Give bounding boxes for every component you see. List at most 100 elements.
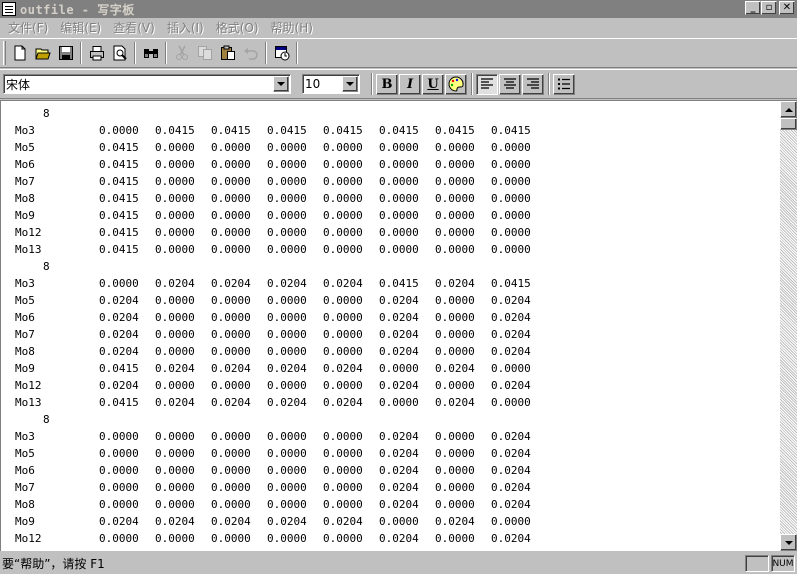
font-name-select[interactable]: 宋体 bbox=[3, 74, 291, 94]
row-label: Mo13 bbox=[15, 396, 42, 409]
new-button[interactable] bbox=[8, 42, 31, 64]
toolbar-grip[interactable] bbox=[3, 41, 6, 65]
color-button[interactable] bbox=[445, 73, 467, 95]
row-label: Mo9 bbox=[15, 362, 35, 375]
matrix-row: Mo6 0.0204 0.0000 0.0000 0.0000 0.0000 0.0204 0… bbox=[1, 309, 779, 326]
find-button[interactable] bbox=[139, 42, 162, 64]
underline-button[interactable]: U bbox=[422, 73, 444, 95]
matrix-cell: 0.0000 bbox=[267, 464, 307, 477]
matrix-cell: 0.0000 bbox=[379, 515, 419, 528]
row-label: Mo7 bbox=[15, 175, 35, 188]
insert-datetime-button[interactable] bbox=[270, 42, 293, 64]
matrix-cell: 0.0204 bbox=[379, 498, 419, 511]
window-controls: _ ▫ ✕ bbox=[745, 1, 795, 15]
save-button[interactable] bbox=[54, 42, 77, 64]
matrix-cell: 0.0000 bbox=[491, 175, 531, 188]
matrix-cell: 0.0000 bbox=[155, 481, 195, 494]
matrix-cell: 0.0204 bbox=[491, 294, 531, 307]
bullets-button[interactable] bbox=[553, 73, 575, 95]
matrix-cell: 0.0000 bbox=[267, 141, 307, 154]
align-center-button[interactable] bbox=[499, 73, 521, 95]
status-cell-blank bbox=[745, 555, 769, 572]
matrix-cell: 0.0000 bbox=[155, 447, 195, 460]
matrix-cell: 0.0000 bbox=[211, 226, 251, 239]
matrix-cell: 0.0000 bbox=[379, 192, 419, 205]
align-right-icon bbox=[527, 78, 539, 89]
matrix-cell: 0.0000 bbox=[323, 294, 363, 307]
matrix-cell: 0.0204 bbox=[155, 515, 195, 528]
matrix-cell: 0.0204 bbox=[435, 515, 475, 528]
minimize-button[interactable]: _ bbox=[745, 1, 761, 15]
matrix-size-line: 8 bbox=[1, 105, 779, 122]
font-size-dropdown-icon[interactable] bbox=[342, 76, 358, 92]
matrix-cell: 0.0204 bbox=[99, 345, 139, 358]
status-num-indicator: NUM bbox=[771, 555, 795, 572]
matrix-cell: 0.0000 bbox=[379, 158, 419, 171]
copy-button[interactable] bbox=[193, 42, 216, 64]
undo-button[interactable] bbox=[239, 42, 262, 64]
print-icon bbox=[89, 46, 104, 61]
matrix-cell: 0.0000 bbox=[155, 311, 195, 324]
matrix-cell: 0.0000 bbox=[379, 209, 419, 222]
matrix-cell: 0.0000 bbox=[379, 243, 419, 256]
restore-button[interactable]: ▫ bbox=[761, 1, 777, 15]
row-label: Mo6 bbox=[15, 464, 35, 477]
scroll-up-button[interactable] bbox=[780, 101, 797, 118]
scroll-thumb[interactable] bbox=[780, 118, 797, 130]
cut-button[interactable] bbox=[170, 42, 193, 64]
matrix-cell: 0.0000 bbox=[155, 192, 195, 205]
bold-button[interactable]: B bbox=[376, 73, 398, 95]
matrix-cell: 0.0000 bbox=[155, 379, 195, 392]
menu-insert[interactable]: 插入(I) bbox=[161, 19, 210, 36]
title-bar[interactable]: outfile - 写字板 _ ▫ ✕ bbox=[0, 0, 797, 18]
wordpad-document-icon[interactable] bbox=[2, 2, 16, 16]
print-preview-button[interactable] bbox=[108, 42, 131, 64]
window-title: outfile - 写字板 bbox=[20, 2, 135, 17]
menu-edit[interactable]: 编辑(E) bbox=[54, 19, 107, 36]
close-button[interactable]: ✕ bbox=[779, 1, 795, 15]
matrix-cell: 0.0204 bbox=[379, 311, 419, 324]
new-icon bbox=[14, 45, 25, 61]
matrix-cell: 0.0204 bbox=[435, 362, 475, 375]
matrix-cell: 0.0000 bbox=[323, 379, 363, 392]
align-center-icon bbox=[504, 78, 516, 89]
align-left-button[interactable] bbox=[476, 73, 498, 95]
color-palette-icon bbox=[448, 76, 464, 92]
matrix-cell: 0.0000 bbox=[491, 141, 531, 154]
matrix-cell: 0.0204 bbox=[99, 311, 139, 324]
matrix-cell: 0.0204 bbox=[267, 362, 307, 375]
matrix-cell: 0.0204 bbox=[379, 430, 419, 443]
matrix-cell: 0.0415 bbox=[267, 124, 307, 137]
matrix-cell: 0.0415 bbox=[491, 124, 531, 137]
menu-format[interactable]: 格式(O) bbox=[210, 19, 265, 36]
menu-help[interactable]: 帮助(H) bbox=[265, 19, 319, 36]
matrix-cell: 0.0000 bbox=[491, 362, 531, 375]
matrix-cell: 0.0000 bbox=[99, 481, 139, 494]
document-text[interactable]: 8 Mo3 0.0000 0.0415 0.0415 0.0415 0.0415 0.0415… bbox=[1, 105, 779, 551]
align-right-button[interactable] bbox=[522, 73, 544, 95]
matrix-size-line: 8 bbox=[1, 258, 779, 275]
print-button[interactable] bbox=[85, 42, 108, 64]
font-size-value: 10 bbox=[305, 77, 321, 91]
italic-button[interactable]: I bbox=[399, 73, 421, 95]
document-area[interactable]: 8 Mo3 0.0000 0.0415 0.0415 0.0415 0.0415 0.0415… bbox=[0, 100, 797, 551]
vertical-scrollbar[interactable] bbox=[780, 101, 797, 551]
matrix-cell: 0.0204 bbox=[435, 277, 475, 290]
matrix-cell: 0.0204 bbox=[491, 311, 531, 324]
scroll-down-button[interactable] bbox=[780, 534, 797, 551]
matrix-cell: 0.0000 bbox=[267, 532, 307, 545]
matrix-cell: 0.0000 bbox=[211, 192, 251, 205]
matrix-cell: 0.0415 bbox=[99, 192, 139, 205]
insert-datetime-icon bbox=[274, 46, 289, 61]
matrix-cell: 0.0000 bbox=[435, 379, 475, 392]
paste-button[interactable] bbox=[216, 42, 239, 64]
menu-file[interactable]: 文件(F) bbox=[2, 19, 54, 36]
matrix-cell: 0.0000 bbox=[323, 243, 363, 256]
font-name-dropdown-icon[interactable] bbox=[273, 76, 289, 92]
open-icon bbox=[34, 48, 51, 60]
matrix-cell: 0.0204 bbox=[155, 362, 195, 375]
matrix-cell: 0.0000 bbox=[211, 141, 251, 154]
menu-view[interactable]: 查看(V) bbox=[107, 19, 161, 36]
open-button[interactable] bbox=[31, 42, 54, 64]
font-size-select[interactable]: 10 bbox=[302, 74, 360, 94]
